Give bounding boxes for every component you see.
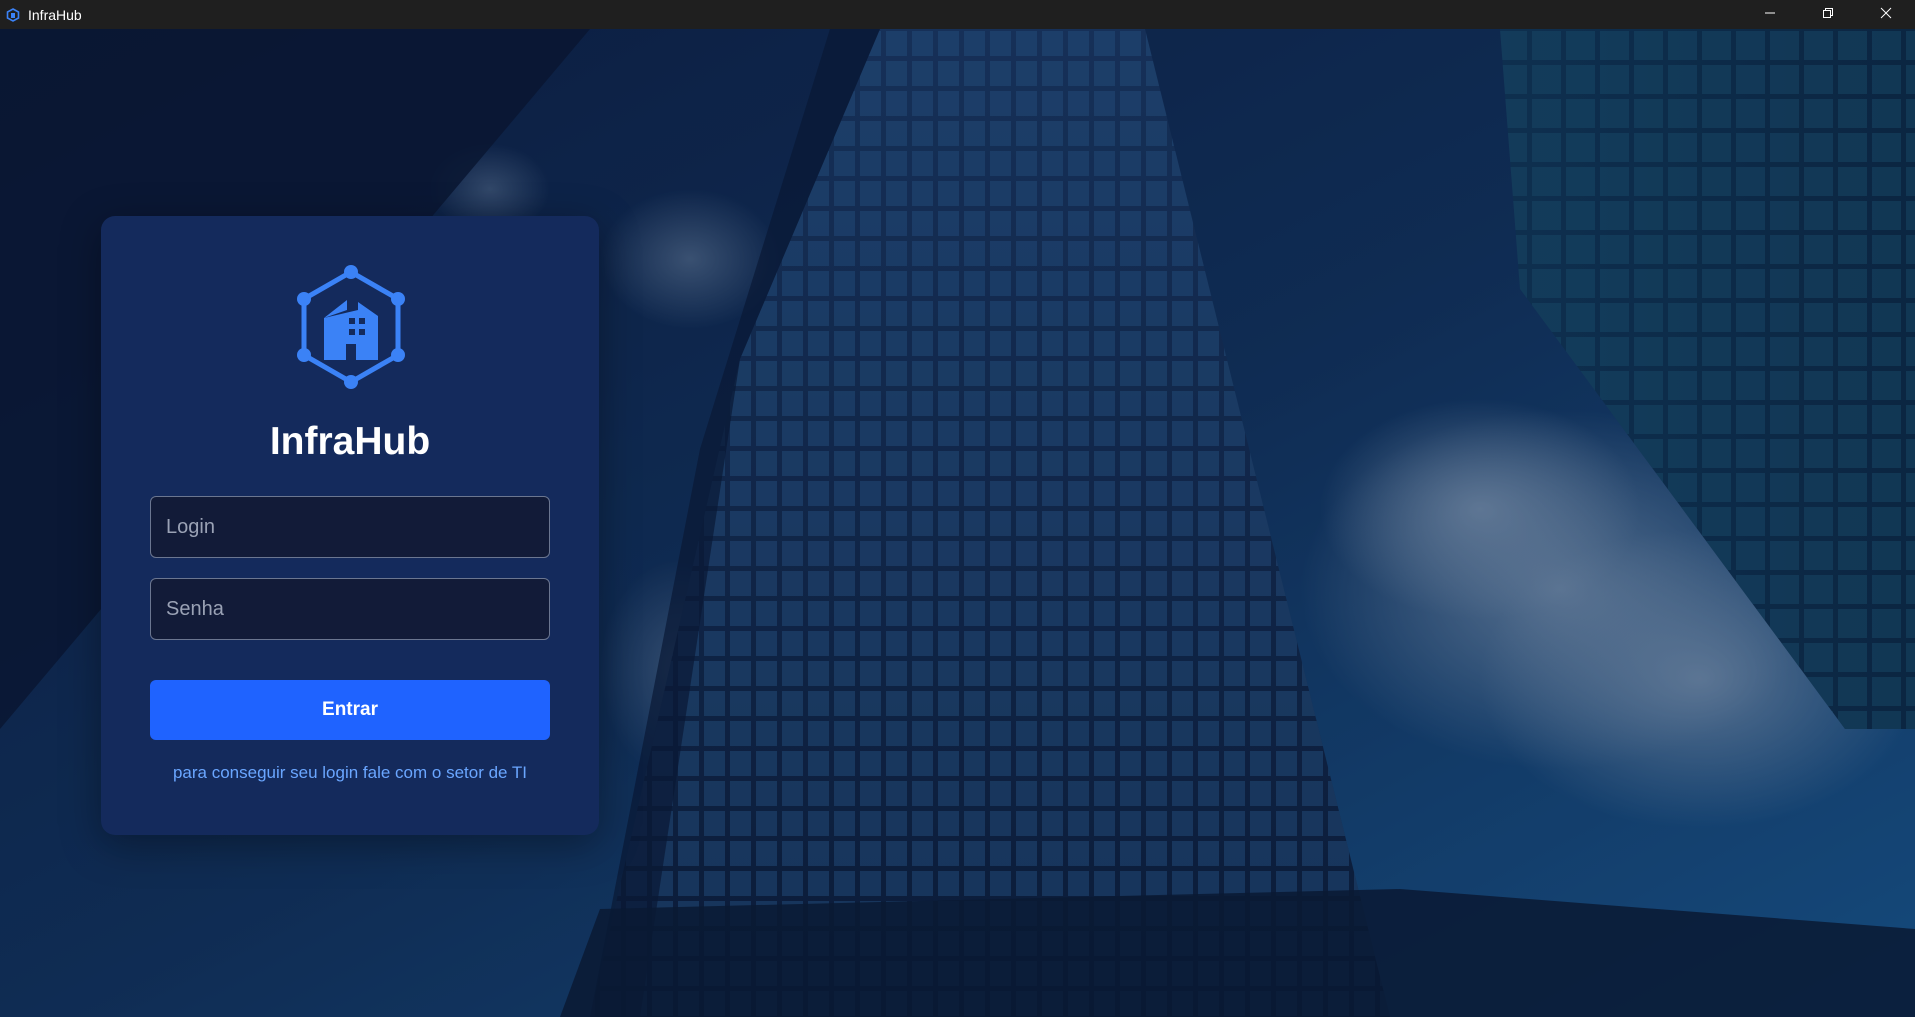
minimize-button[interactable]	[1741, 0, 1799, 29]
enter-button[interactable]: Entrar	[150, 680, 550, 740]
login-input[interactable]	[150, 496, 550, 558]
restore-icon	[1822, 6, 1834, 24]
password-input[interactable]	[150, 578, 550, 640]
window-titlebar: InfraHub	[0, 0, 1915, 29]
login-card: InfraHub Entrar para conseguir seu login…	[101, 216, 599, 835]
building-hexagon-logo	[293, 264, 409, 392]
restore-button[interactable]	[1799, 0, 1857, 29]
app-hexagon-icon	[5, 7, 21, 23]
close-icon	[1880, 6, 1892, 24]
close-button[interactable]	[1857, 0, 1915, 29]
minimize-icon	[1764, 6, 1776, 24]
help-text-link[interactable]: para conseguir seu login fale com o seto…	[101, 763, 599, 783]
window-title: InfraHub	[28, 6, 82, 23]
app-name-heading: InfraHub	[269, 420, 431, 463]
